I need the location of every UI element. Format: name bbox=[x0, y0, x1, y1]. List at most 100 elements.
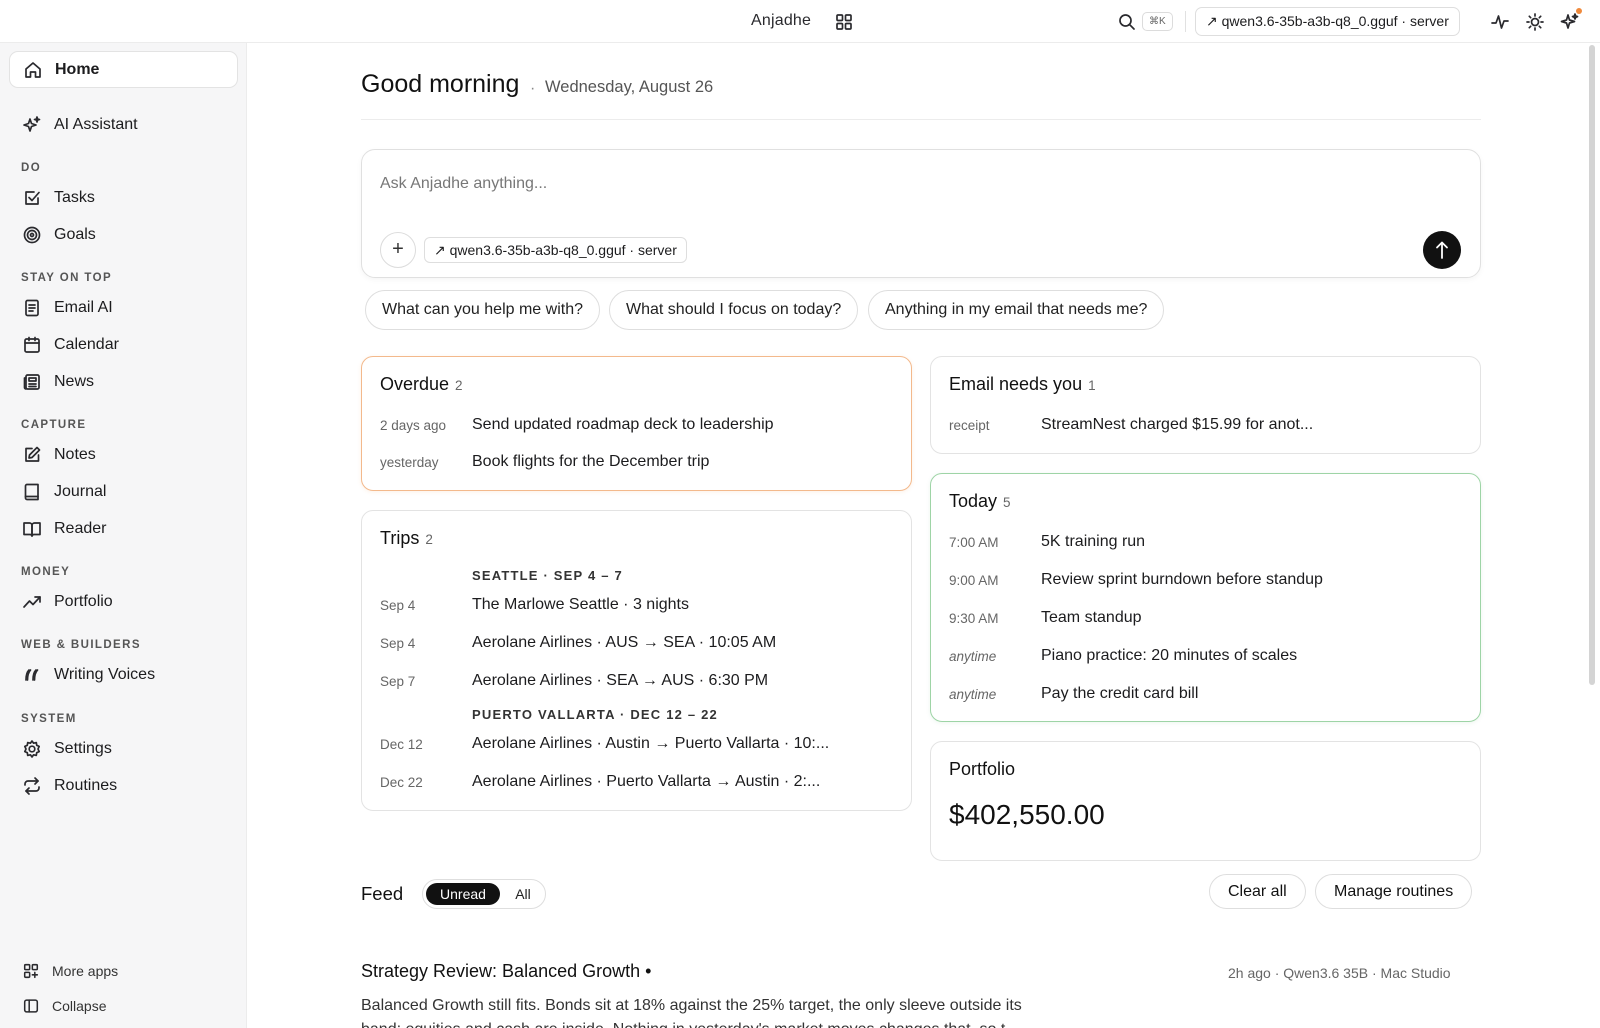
sidebar-item-journal[interactable]: Journal bbox=[9, 473, 238, 510]
sidebar-item-home[interactable]: Home bbox=[9, 51, 238, 88]
overdue-task[interactable]: Send updated roadmap deck to leadership bbox=[472, 416, 774, 434]
section-title-do: DO bbox=[21, 162, 42, 174]
trip-date: Sep 4 bbox=[380, 598, 416, 613]
email-count: 1 bbox=[1088, 378, 1096, 393]
sidebar-item-writing-voices[interactable]: Writing Voices bbox=[9, 656, 238, 693]
sidebar-item-label: Journal bbox=[54, 482, 107, 500]
today-item[interactable]: 5K training run bbox=[1041, 533, 1145, 551]
sidebar-item-reader[interactable]: Reader bbox=[9, 510, 238, 547]
feed-title: Feed bbox=[361, 883, 404, 904]
open-book-icon bbox=[22, 519, 42, 539]
today-item[interactable]: Team standup bbox=[1041, 609, 1142, 627]
section-title-capture: CAPTURE bbox=[21, 419, 87, 431]
sidebar-item-label: Goals bbox=[54, 225, 96, 243]
feed-item-meta: 2h ago · Qwen3.6 35B · Mac Studio bbox=[1228, 965, 1451, 981]
overdue-card[interactable]: Overdue 2 2 days ago Send updated roadmap… bbox=[361, 356, 912, 491]
trip-item[interactable]: Aerolane Airlines · AUS → SEA · 10:05 AM bbox=[472, 634, 776, 652]
scrollbar[interactable] bbox=[1589, 45, 1595, 685]
suggestion-chip[interactable]: What should I focus on today? bbox=[609, 290, 859, 330]
email-category: receipt bbox=[949, 418, 990, 433]
today-card[interactable]: Today 5 7:00 AM 5K training run 9:00 AM R… bbox=[930, 473, 1481, 722]
apps-grid-icon[interactable] bbox=[834, 12, 854, 32]
overdue-count: 2 bbox=[455, 378, 463, 393]
manage-routines-button[interactable]: Manage routines bbox=[1315, 874, 1473, 909]
trips-count: 2 bbox=[425, 532, 433, 547]
trip-item[interactable]: Aerolane Airlines · SEA → AUS · 6:30 PM bbox=[472, 672, 768, 690]
repeat-icon bbox=[22, 776, 42, 796]
home-icon bbox=[23, 60, 43, 80]
top-bar: Anjadhe ⌘K ↗ qwen3.6-35b-a3b-q8_0.gguf ·… bbox=[0, 0, 1600, 43]
email-needs-you-card[interactable]: Email needs you 1 receipt StreamNest char… bbox=[930, 356, 1481, 454]
event-time: anytime bbox=[949, 649, 997, 664]
composer-model-selector[interactable]: ↗ qwen3.6-35b-a3b-q8_0.gguf · server bbox=[424, 237, 687, 263]
sidebar-item-email-ai[interactable]: Email AI bbox=[9, 289, 238, 326]
sidebar-item-goals[interactable]: Goals bbox=[9, 216, 238, 253]
email-item[interactable]: StreamNest charged $15.99 for anot... bbox=[1041, 416, 1313, 434]
card-title: Today 5 bbox=[949, 491, 1011, 511]
sidebar-item-news[interactable]: News bbox=[9, 363, 238, 400]
card-title: Portfolio bbox=[949, 759, 1016, 779]
event-time: anytime bbox=[949, 687, 997, 702]
sidebar-item-notes[interactable]: Notes bbox=[9, 436, 238, 473]
more-apps-button[interactable]: More apps bbox=[9, 956, 238, 986]
sidebar-item-label: News bbox=[54, 372, 95, 390]
sidebar-item-routines[interactable]: Routines bbox=[9, 767, 238, 804]
checkbox-icon bbox=[22, 188, 42, 208]
task-due: 2 days ago bbox=[380, 418, 447, 433]
tab-unread[interactable]: Unread bbox=[426, 883, 500, 905]
portfolio-value: $402,550.00 bbox=[949, 799, 1105, 830]
sidebar-item-label: Routines bbox=[54, 776, 118, 794]
trip-item[interactable]: The Marlowe Seattle · 3 nights bbox=[472, 596, 689, 614]
sidebar: Home AI Assistant DO Tasks Goals STAY ON… bbox=[0, 43, 247, 1028]
feed-item-body: Balanced Growth still fits. Bonds sit at… bbox=[361, 997, 1022, 1028]
trip-date: Dec 22 bbox=[380, 775, 423, 790]
portfolio-card[interactable]: Portfolio $402,550.00 bbox=[930, 741, 1481, 861]
sidebar-item-label: Portfolio bbox=[54, 592, 113, 610]
sidebar-item-tasks[interactable]: Tasks bbox=[9, 179, 238, 216]
sidebar-item-ai-assistant[interactable]: AI Assistant bbox=[9, 106, 238, 143]
sidebar-item-settings[interactable]: Settings bbox=[9, 730, 238, 767]
today-item[interactable]: Pay the credit card bill bbox=[1041, 685, 1198, 703]
sidebar-item-label: Writing Voices bbox=[54, 665, 156, 683]
suggestion-chip[interactable]: Anything in my email that needs me? bbox=[868, 290, 1165, 330]
suggestion-chip[interactable]: What can you help me with? bbox=[365, 290, 600, 330]
sidebar-item-label: Email AI bbox=[54, 298, 113, 316]
page-title: Good morning bbox=[361, 70, 520, 98]
today-item[interactable]: Piano practice: 20 minutes of scales bbox=[1041, 647, 1297, 665]
quote-icon bbox=[22, 665, 42, 685]
theme-toggle-icon[interactable] bbox=[1525, 12, 1545, 32]
trip-date: Dec 12 bbox=[380, 737, 423, 752]
collapse-sidebar-button[interactable]: Collapse bbox=[9, 991, 238, 1021]
tab-all[interactable]: All bbox=[505, 883, 541, 905]
calendar-icon bbox=[22, 335, 42, 355]
activity-icon[interactable] bbox=[1490, 12, 1510, 32]
sidebar-item-label: Notes bbox=[54, 445, 96, 463]
task-due: yesterday bbox=[380, 455, 439, 470]
trips-card[interactable]: Trips 2 SEATTLE · SEP 4 – 7 Sep 4 The Mar… bbox=[361, 510, 912, 811]
feed-item-title[interactable]: Strategy Review: Balanced Growth • bbox=[361, 961, 651, 982]
trip-item[interactable]: Aerolane Airlines · Austin → Puerto Vall… bbox=[472, 735, 829, 753]
trip-heading: PUERTO VALLARTA · DEC 12 – 22 bbox=[472, 707, 718, 722]
sidebar-panel-icon bbox=[22, 997, 40, 1015]
section-title-stay-on-top: STAY ON TOP bbox=[21, 272, 113, 284]
app-title: Anjadhe bbox=[751, 12, 812, 29]
send-button[interactable] bbox=[1423, 231, 1461, 269]
sidebar-item-calendar[interactable]: Calendar bbox=[9, 326, 238, 363]
ask-input[interactable] bbox=[380, 175, 1380, 193]
sidebar-item-label: Tasks bbox=[54, 188, 95, 206]
book-icon bbox=[22, 482, 42, 502]
add-attachment-button[interactable]: + bbox=[380, 232, 416, 268]
sidebar-item-portfolio[interactable]: Portfolio bbox=[9, 583, 238, 620]
arrow-up-icon bbox=[1436, 241, 1448, 259]
sidebar-item-label: Reader bbox=[54, 519, 107, 537]
overdue-task[interactable]: Book flights for the December trip bbox=[472, 453, 709, 471]
card-title: Email needs you 1 bbox=[949, 374, 1096, 394]
model-selector-button[interactable]: ↗ qwen3.6-35b-a3b-q8_0.gguf · server bbox=[1195, 7, 1460, 36]
ai-sparkle-icon[interactable] bbox=[1560, 12, 1580, 32]
search-icon[interactable] bbox=[1117, 12, 1137, 32]
event-time: 9:00 AM bbox=[949, 573, 999, 588]
today-item[interactable]: Review sprint burndown before standup bbox=[1041, 571, 1323, 589]
trip-item[interactable]: Aerolane Airlines · Puerto Vallarta → Au… bbox=[472, 773, 820, 791]
clear-all-button[interactable]: Clear all bbox=[1209, 874, 1306, 909]
target-icon bbox=[22, 225, 42, 245]
